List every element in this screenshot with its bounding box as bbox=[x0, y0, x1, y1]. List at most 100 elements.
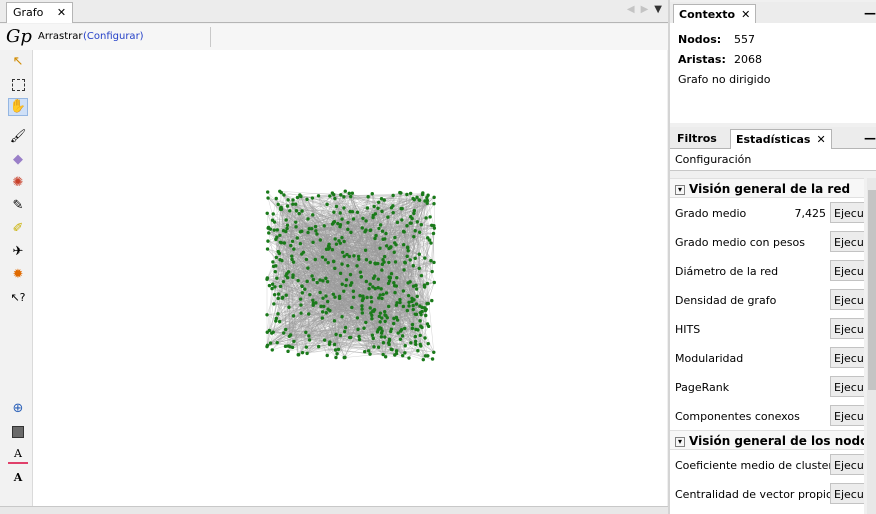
graph-node[interactable] bbox=[418, 304, 422, 308]
graph-node[interactable] bbox=[357, 334, 361, 339]
scrollbar-thumb[interactable] bbox=[868, 190, 876, 390]
graph-node[interactable] bbox=[265, 211, 269, 215]
graph-node[interactable] bbox=[339, 193, 343, 197]
graph-node[interactable] bbox=[344, 283, 348, 288]
graph-node[interactable] bbox=[389, 272, 394, 276]
graph-node[interactable] bbox=[415, 220, 419, 224]
graph-node[interactable] bbox=[265, 190, 270, 194]
graph-node[interactable] bbox=[335, 352, 339, 356]
graph-node[interactable] bbox=[381, 341, 386, 345]
graph-node[interactable] bbox=[411, 303, 415, 308]
graph-node[interactable] bbox=[336, 347, 341, 351]
graph-node[interactable] bbox=[298, 230, 302, 234]
graph-node[interactable] bbox=[370, 191, 374, 196]
graph-node[interactable] bbox=[368, 260, 372, 265]
graph-node[interactable] bbox=[401, 243, 406, 247]
graph-node[interactable] bbox=[419, 223, 423, 227]
graph-node[interactable] bbox=[400, 334, 405, 338]
graph-node[interactable] bbox=[388, 275, 393, 280]
run-button[interactable]: Ejecutar bbox=[830, 202, 864, 223]
graph-node[interactable] bbox=[399, 327, 404, 332]
graph-node[interactable] bbox=[277, 319, 282, 324]
graph-node[interactable] bbox=[288, 333, 293, 337]
graph-node[interactable] bbox=[368, 282, 372, 286]
graph-node[interactable] bbox=[415, 195, 419, 199]
graph-node[interactable] bbox=[310, 196, 315, 200]
gear-icon[interactable]: ✹ bbox=[8, 266, 28, 284]
graph-node[interactable] bbox=[429, 258, 433, 263]
graph-node[interactable] bbox=[268, 341, 273, 345]
graph-node[interactable] bbox=[272, 302, 276, 306]
graph-node[interactable] bbox=[377, 226, 381, 231]
graph-node[interactable] bbox=[377, 296, 381, 300]
graph-node[interactable] bbox=[285, 226, 289, 231]
graph-node[interactable] bbox=[342, 355, 346, 360]
text-size-icon[interactable]: A bbox=[8, 469, 28, 487]
graph-node[interactable] bbox=[276, 249, 280, 254]
graph-node[interactable] bbox=[270, 286, 274, 291]
graph-node[interactable] bbox=[403, 351, 407, 355]
graph-node[interactable] bbox=[389, 347, 393, 351]
graph-node[interactable] bbox=[368, 228, 373, 232]
graph-node[interactable] bbox=[391, 321, 396, 326]
graph-node[interactable] bbox=[427, 238, 432, 242]
graph-node[interactable] bbox=[389, 206, 394, 210]
graph-node[interactable] bbox=[406, 249, 410, 253]
graph-node[interactable] bbox=[368, 352, 372, 356]
graph-node[interactable] bbox=[363, 248, 368, 252]
graph-node[interactable] bbox=[298, 241, 303, 246]
graph-node[interactable] bbox=[367, 286, 371, 291]
graph-node[interactable] bbox=[403, 260, 407, 265]
graph-node[interactable] bbox=[363, 230, 367, 234]
run-button[interactable]: Ejecutar bbox=[830, 318, 864, 339]
graph-node[interactable] bbox=[379, 335, 384, 339]
graph-node[interactable] bbox=[286, 344, 291, 348]
graph-node[interactable] bbox=[376, 200, 381, 204]
graph-node[interactable] bbox=[419, 313, 423, 317]
graph-node[interactable] bbox=[418, 319, 422, 323]
graph-node[interactable] bbox=[306, 217, 310, 221]
graph-node[interactable] bbox=[417, 198, 421, 202]
graph-node[interactable] bbox=[320, 255, 325, 259]
graph-node[interactable] bbox=[291, 314, 296, 318]
graph-node[interactable] bbox=[332, 319, 337, 323]
graph-node[interactable] bbox=[272, 292, 277, 297]
graph-node[interactable] bbox=[355, 316, 360, 320]
graph-node[interactable] bbox=[419, 324, 423, 328]
graph-node[interactable] bbox=[406, 246, 410, 250]
graph-node[interactable] bbox=[423, 354, 428, 358]
graph-node[interactable] bbox=[366, 195, 370, 199]
close-icon[interactable]: ✕ bbox=[741, 8, 750, 21]
graph-node[interactable] bbox=[293, 202, 298, 206]
graph-node[interactable] bbox=[405, 254, 409, 259]
run-button[interactable]: Ejecutar bbox=[830, 260, 864, 281]
graph-node[interactable] bbox=[300, 350, 305, 355]
graph-node[interactable] bbox=[414, 302, 419, 306]
graph-node[interactable] bbox=[369, 295, 373, 300]
graph-node[interactable] bbox=[365, 206, 370, 210]
graph-node[interactable] bbox=[340, 315, 344, 319]
graph-node[interactable] bbox=[267, 328, 272, 333]
graph-node[interactable] bbox=[270, 348, 274, 352]
graph-node[interactable] bbox=[347, 254, 352, 259]
graph-node[interactable] bbox=[299, 194, 303, 199]
graph-node[interactable] bbox=[332, 220, 337, 224]
graph-node[interactable] bbox=[386, 281, 391, 286]
graph-node[interactable] bbox=[403, 326, 407, 331]
graph-node[interactable] bbox=[410, 326, 415, 331]
graph-node[interactable] bbox=[307, 338, 312, 342]
graph-node[interactable] bbox=[425, 281, 430, 286]
graph-node[interactable] bbox=[360, 311, 365, 315]
graph-node[interactable] bbox=[338, 333, 343, 338]
close-icon[interactable]: ✕ bbox=[57, 6, 66, 19]
graph-node[interactable] bbox=[284, 293, 288, 297]
graph-node[interactable] bbox=[364, 320, 368, 325]
graph-node[interactable] bbox=[305, 351, 309, 356]
graph-node[interactable] bbox=[385, 316, 389, 320]
graph-node[interactable] bbox=[294, 225, 298, 229]
graph-node[interactable] bbox=[391, 193, 395, 198]
graph-node[interactable] bbox=[406, 293, 411, 298]
graph-canvas[interactable] bbox=[33, 50, 667, 506]
graph-node[interactable] bbox=[370, 333, 375, 337]
graph-node[interactable] bbox=[290, 257, 294, 262]
